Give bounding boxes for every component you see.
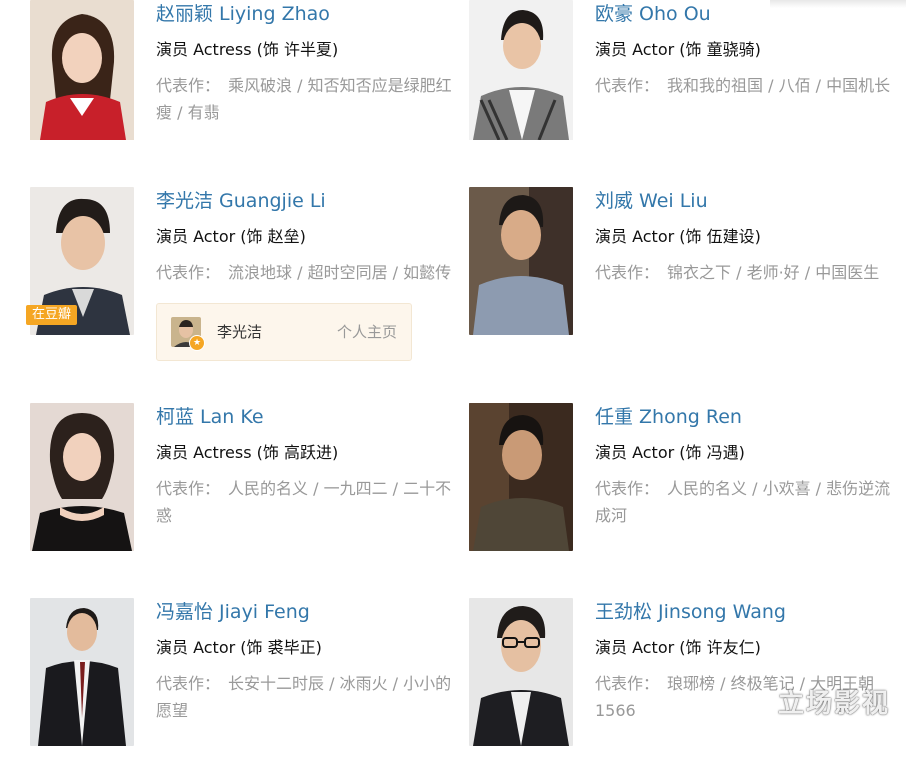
actor-name-link[interactable]: 任重 Zhong Ren bbox=[595, 403, 742, 431]
actor-name-link[interactable]: 柯蓝 Lan Ke bbox=[156, 403, 264, 431]
actor-role: 演员 Actress (饰 许半夏) bbox=[156, 40, 339, 59]
actor-photo[interactable] bbox=[469, 598, 573, 746]
actor-role: 演员 Actor (饰 许友仁) bbox=[595, 638, 761, 657]
actor-photo[interactable] bbox=[469, 0, 573, 148]
works-label: 代表作： bbox=[156, 263, 221, 282]
works-label: 代表作： bbox=[595, 674, 660, 693]
works-label: 代表作： bbox=[595, 76, 660, 95]
actor-photo[interactable] bbox=[30, 598, 134, 746]
cast-card: 赵丽颖 Liying Zhao 演员 Actress (饰 许半夏) 代表作：乘… bbox=[30, 0, 470, 160]
actor-role: 演员 Actor (饰 赵垒) bbox=[156, 227, 306, 246]
actor-works: 代表作： 我和我的祖国 / 八佰 / 中国机长 bbox=[595, 72, 905, 99]
works-label: 代表作： bbox=[595, 479, 660, 498]
cast-card: 欧豪 Oho Ou 演员 Actor (饰 童骁骑) 代表作： 我和我的祖国 / … bbox=[469, 0, 906, 160]
cast-card: 刘威 Wei Liu 演员 Actor (饰 伍建设) 代表作： 锦衣之下 / 老… bbox=[469, 187, 906, 347]
actor-works: 代表作： 乘风破浪 / 知否知否应是绿肥红瘦 / 有翡 bbox=[156, 72, 466, 126]
actor-name-link[interactable]: 刘威 Wei Liu bbox=[595, 187, 708, 215]
personal-homepage-link[interactable]: 个人主页 bbox=[337, 321, 397, 343]
actor-photo[interactable] bbox=[469, 403, 573, 551]
actor-works: 代表作： 锦衣之下 / 老师·好 / 中国医生 bbox=[595, 259, 905, 286]
actor-role: 演员 Actress (饰 高跃进) bbox=[156, 443, 339, 462]
actor-role: 演员 Actor (饰 冯遇) bbox=[595, 443, 745, 462]
cast-card: 柯蓝 Lan Ke 演员 Actress (饰 高跃进) 代表作： 人民的名义 /… bbox=[30, 403, 470, 563]
actor-name-link[interactable]: 赵丽颖 Liying Zhao bbox=[156, 0, 330, 28]
works-label: 代表作： bbox=[156, 479, 221, 498]
actor-photo[interactable] bbox=[30, 0, 134, 148]
cast-card: 冯嘉怡 Jiayi Feng 演员 Actor (饰 裘毕正) 代表作： 长安十二… bbox=[30, 598, 470, 758]
works-label: 代表作： bbox=[595, 263, 660, 282]
actor-works: 代表作： 流浪地球 / 超时空同居 / 如懿传 bbox=[156, 259, 466, 286]
works-label: 代表作： bbox=[156, 674, 221, 693]
watermark: 立场影视 bbox=[777, 689, 890, 719]
works-list: 锦衣之下 / 老师·好 / 中国医生 bbox=[667, 263, 880, 282]
cast-card: 在豆瓣 李光洁 Guangjie Li 演员 Actor (饰 赵垒) 代表作：… bbox=[26, 187, 470, 361]
works-label: 代表作： bbox=[156, 76, 221, 95]
actor-name-link[interactable]: 欧豪 Oho Ou bbox=[595, 0, 711, 28]
douban-badge: 在豆瓣 bbox=[26, 305, 78, 325]
actor-works: 代表作： 人民的名义 / 一九四二 / 二十不惑 bbox=[156, 475, 466, 529]
actor-name-link[interactable]: 冯嘉怡 Jiayi Feng bbox=[156, 598, 310, 626]
actor-photo[interactable] bbox=[469, 187, 573, 335]
actor-role: 演员 Actor (饰 裘毕正) bbox=[156, 638, 322, 657]
cast-card: 王劲松 Jinsong Wang 演员 Actor (饰 许友仁) 代表作： 琅琊… bbox=[469, 598, 906, 758]
actor-photo[interactable] bbox=[30, 403, 134, 551]
actor-works: 代表作： 长安十二时辰 / 冰雨火 / 小小的愿望 bbox=[156, 670, 466, 724]
works-list: 流浪地球 / 超时空同居 / 如懿传 bbox=[228, 263, 452, 282]
verified-star-icon: ★ bbox=[189, 335, 205, 351]
douban-profile-card[interactable]: ★ 李光洁 个人主页 bbox=[156, 303, 412, 361]
actor-name-link[interactable]: 王劲松 Jinsong Wang bbox=[595, 598, 786, 626]
actor-name-link[interactable]: 李光洁 Guangjie Li bbox=[156, 187, 326, 215]
profile-name: 李光洁 bbox=[217, 323, 263, 341]
actor-role: 演员 Actor (饰 伍建设) bbox=[595, 227, 761, 246]
cast-card: 任重 Zhong Ren 演员 Actor (饰 冯遇) 代表作： 人民的名义 /… bbox=[469, 403, 906, 563]
works-list: 我和我的祖国 / 八佰 / 中国机长 bbox=[667, 76, 891, 95]
actor-works: 代表作： 人民的名义 / 小欢喜 / 悲伤逆流成河 bbox=[595, 475, 905, 529]
actor-role: 演员 Actor (饰 童骁骑) bbox=[595, 40, 761, 59]
